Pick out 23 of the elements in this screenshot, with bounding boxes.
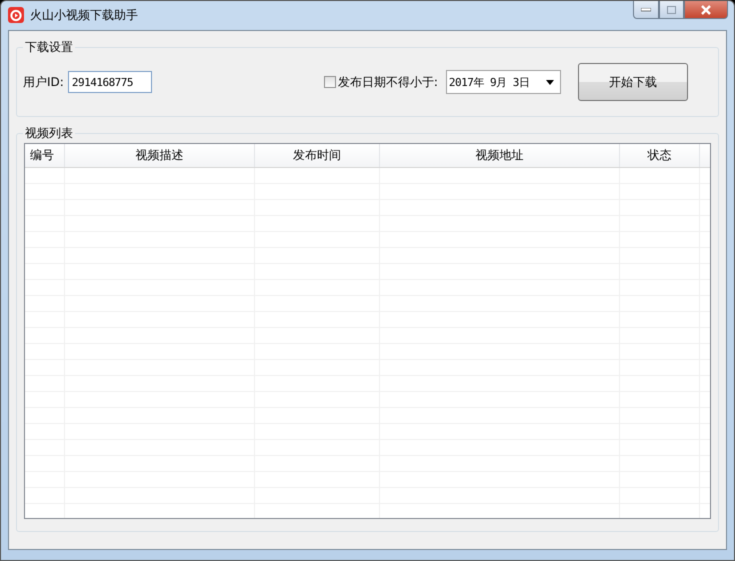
date-filter-label: 发布日期不得小于: <box>338 74 438 90</box>
column-header[interactable]: 视频描述 <box>65 144 255 167</box>
maximize-button[interactable] <box>659 1 684 19</box>
close-icon <box>700 4 712 14</box>
dropdown-arrow-icon <box>546 80 554 84</box>
app-logo-icon <box>8 7 24 23</box>
close-button[interactable] <box>684 1 728 19</box>
date-filter-checkbox[interactable] <box>324 76 336 88</box>
date-picker[interactable]: 2017年 9月 3日 <box>446 70 561 94</box>
column-header[interactable]: 编号 <box>25 144 65 167</box>
minimize-icon <box>641 8 651 12</box>
group-title: 视频列表 <box>23 126 75 141</box>
user-id-field[interactable]: 2914168775 <box>68 71 152 93</box>
minimize-button[interactable] <box>633 1 659 19</box>
column-header[interactable]: 状态 <box>620 144 700 167</box>
column-header[interactable]: 视频地址 <box>380 144 620 167</box>
maximize-icon <box>667 6 676 14</box>
column-header[interactable]: 发布时间 <box>255 144 380 167</box>
group-title: 下载设置 <box>23 40 75 55</box>
user-id-label: 用户ID: <box>23 74 64 90</box>
start-download-button[interactable]: 开始下载 <box>578 63 688 101</box>
window-title: 火山小视频下载助手 <box>30 6 138 24</box>
date-value: 2017年 9月 3日 <box>448 74 530 90</box>
